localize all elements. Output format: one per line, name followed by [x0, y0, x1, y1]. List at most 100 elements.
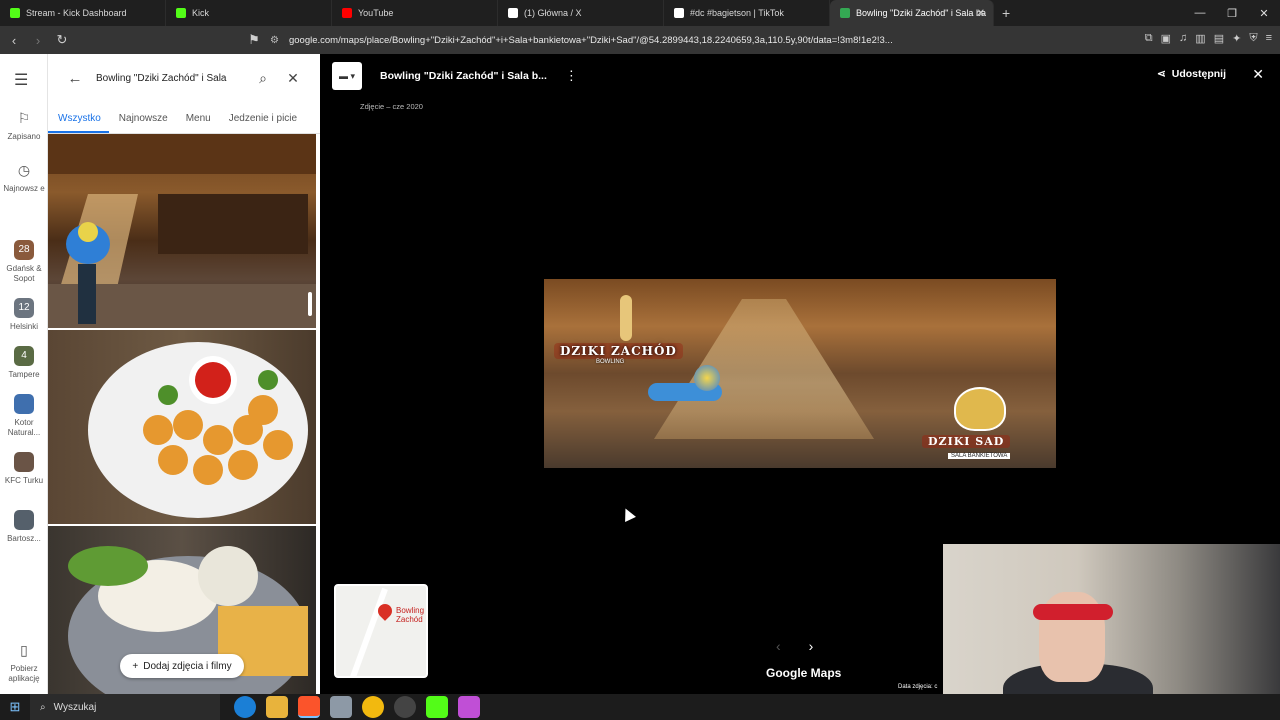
tab-youtube[interactable]: YouTube — [332, 0, 498, 26]
place-thumbnail — [14, 510, 34, 530]
photo-navigation: ‹ › — [776, 638, 813, 654]
minimap-label: Bowling Zachód — [396, 606, 425, 624]
scroll-indicator[interactable] — [308, 292, 312, 316]
close-window-button[interactable]: ✕ — [1248, 7, 1280, 20]
tab-google-maps[interactable]: Bowling "Dziki Zachód" i Sala ba ✕ — [830, 0, 994, 26]
obs-icon[interactable] — [394, 696, 416, 718]
viewer-header: ▬ ▾ Bowling "Dziki Zachód" i Sala b... ⋮ — [332, 62, 578, 90]
mouse-cursor — [620, 506, 636, 522]
file-explorer-icon[interactable] — [266, 696, 288, 718]
search-input[interactable]: Bowling "Dziki Zachód" i Sala — [90, 73, 248, 84]
wallet-icon[interactable]: ▤ — [1214, 32, 1224, 45]
bookmark-icon[interactable]: ⚑ — [244, 32, 264, 48]
saved-button[interactable]: ⚐ Zapisano — [0, 108, 48, 142]
main-photo-banner[interactable]: DZIKI ZACHÓD BOWLING DZIKI SAD SALA BANK… — [544, 279, 1056, 468]
screenshot-icon[interactable]: ▣ — [1161, 32, 1171, 45]
forward-icon[interactable]: › — [28, 33, 48, 48]
edge-icon[interactable] — [234, 696, 256, 718]
media-icon[interactable]: ♫ — [1179, 32, 1187, 45]
place-title[interactable]: Bowling "Dziki Zachód" i Sala b... — [380, 70, 547, 82]
phone-icon: ▯ — [20, 642, 28, 658]
tab-tiktok[interactable]: #dc #bagietson | TikTok — [664, 0, 830, 26]
back-arrow-icon[interactable]: ← — [60, 70, 90, 87]
cactus-icon — [620, 295, 632, 341]
share-button[interactable]: ⋖ Udostępnij — [1157, 68, 1226, 80]
recent-place-tampere[interactable]: 4 Tampere — [0, 346, 48, 380]
previous-photo-icon[interactable]: ‹ — [776, 638, 781, 654]
tree-icon — [954, 387, 1006, 431]
recent-button[interactable]: ◷ Najnowsz e — [0, 160, 48, 194]
tab-x[interactable]: (1) Główna / X — [498, 0, 664, 26]
new-tab-button[interactable]: + — [1002, 5, 1010, 21]
site-info-icon[interactable]: ⚙ — [270, 35, 279, 46]
taskbar-apps — [234, 696, 480, 718]
maps-left-rail: ☰ ⚐ Zapisano ◷ Najnowsz e 28 Gdańsk & So… — [0, 54, 48, 694]
tab-all[interactable]: Wszystko — [48, 110, 109, 133]
recent-place-gdansk[interactable]: 28 Gdańsk & Sopot — [0, 240, 48, 284]
recent-place-helsinki[interactable]: 12 Helsinki — [0, 298, 48, 332]
search-box: ← Bowling "Dziki Zachód" i Sala ⌕ ✕ — [60, 64, 308, 92]
place-thumbnail — [14, 394, 34, 414]
back-icon[interactable]: ‹ — [4, 33, 24, 48]
close-tab-icon[interactable]: ✕ — [977, 8, 985, 19]
add-photos-button[interactable]: + Dodaj zdjęcia i filmy — [120, 654, 244, 678]
reload-icon[interactable]: ↻ — [52, 32, 72, 48]
photo-date: Zdjęcie – cze 2020 — [360, 102, 423, 111]
x-icon — [508, 8, 518, 18]
youtube-icon — [342, 8, 352, 18]
logo-dziki-zachod: DZIKI ZACHÓD — [554, 343, 683, 359]
plus-icon: + — [132, 660, 139, 672]
maps-pin-icon — [840, 8, 850, 18]
vpn-icon[interactable]: ⛨ — [1249, 32, 1257, 45]
get-app-button[interactable]: ▯ Pobierz aplikację — [0, 640, 48, 684]
app-icon[interactable] — [330, 696, 352, 718]
photo-category-tabs: Wszystko Najnowsze Menu Jedzenie i picie — [48, 110, 320, 134]
share-icon: ⋖ — [1156, 68, 1166, 80]
logo-bowling-sub: BOWLING — [596, 359, 625, 365]
more-options-icon[interactable]: ⋮ — [565, 68, 578, 84]
photo-type-dropdown[interactable]: ▬ ▾ — [332, 62, 362, 90]
windows-start-icon[interactable]: ⊞ — [0, 699, 30, 715]
search-icon: ⌕ — [40, 701, 46, 713]
google-maps-logo: Google Maps — [766, 666, 842, 680]
kick-app-icon[interactable] — [426, 696, 448, 718]
tab-latest[interactable]: Najnowsze — [109, 110, 176, 133]
tab-food-drink[interactable]: Jedzenie i picie — [219, 110, 305, 133]
url-field[interactable]: ⚙ google.com/maps/place/Bowling+"Dziki+Za… — [270, 30, 990, 50]
tab-menu[interactable]: Menu — [176, 110, 219, 133]
close-viewer-icon[interactable]: ✕ — [1252, 66, 1264, 83]
bowling-hall-illustration — [48, 134, 316, 328]
sidebar-icon[interactable]: ▥ — [1195, 32, 1205, 45]
menu-icon[interactable]: ≡ — [1266, 32, 1272, 45]
recent-place-kfc-turku[interactable]: KFC Turku — [0, 452, 48, 486]
leo-icon[interactable]: ✦ — [1232, 32, 1241, 45]
app-icon[interactable] — [458, 696, 480, 718]
tab-kick[interactable]: Kick — [166, 0, 332, 26]
photo-bowling-hall[interactable] — [48, 134, 316, 328]
next-photo-icon[interactable]: › — [809, 638, 814, 654]
minimize-button[interactable]: — — [1184, 7, 1216, 19]
chrome-icon[interactable] — [362, 696, 384, 718]
photo-date-footer: Data zdjęcia: c — [898, 684, 938, 690]
restore-button[interactable]: ❐ — [1216, 7, 1248, 20]
tab-kick-dashboard[interactable]: Stream - Kick Dashboard — [0, 0, 166, 26]
recent-place-bartosz[interactable]: Bartosz... — [0, 510, 48, 544]
extension-icon[interactable]: ⧉ — [1145, 32, 1153, 45]
taskbar-search[interactable]: ⌕ Wyszukaj — [30, 694, 220, 720]
minimap[interactable]: Bowling Zachód — [334, 584, 428, 678]
recent-place-kotor[interactable]: Kotor Natural... — [0, 394, 48, 438]
menu-icon[interactable]: ☰ — [14, 70, 28, 90]
photo-croquettes[interactable] — [48, 330, 316, 524]
logo-dziki-sad: DZIKI SAD — [922, 435, 1011, 448]
brave-icon[interactable] — [298, 696, 320, 718]
window-controls: — ❐ ✕ — [1184, 0, 1280, 26]
headphones-band — [1033, 604, 1113, 620]
clear-search-icon[interactable]: ✕ — [278, 70, 308, 87]
bookmark-icon: ⚐ — [17, 110, 31, 126]
search-icon[interactable]: ⌕ — [248, 70, 278, 87]
bowling-lanes-shape — [654, 299, 874, 439]
logo-sala-bankietowa-sub: SALA BANKIETOWA — [948, 453, 1011, 459]
bowling-ball-shape — [694, 365, 720, 391]
place-thumbnail: 12 — [14, 298, 34, 318]
history-icon: ◷ — [17, 162, 31, 178]
